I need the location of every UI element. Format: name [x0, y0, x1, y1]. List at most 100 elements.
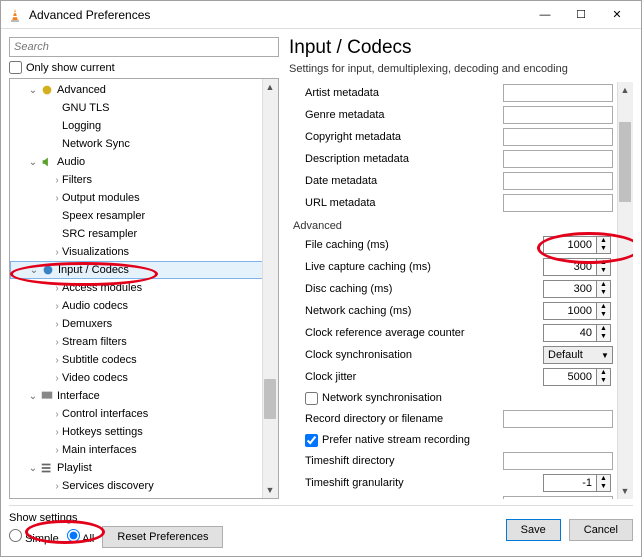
- scroll-thumb[interactable]: [264, 379, 276, 419]
- tree-item[interactable]: ·›Output modules: [10, 189, 278, 207]
- panel-subheading: Settings for input, demultiplexing, deco…: [289, 63, 633, 75]
- chevron-down-icon: ▼: [598, 351, 612, 360]
- tree-item[interactable]: ⌄ Audio: [10, 153, 278, 171]
- vlc-cone-icon: [7, 7, 23, 23]
- tree-item[interactable]: ⌄ Stream output: [10, 495, 278, 499]
- network-caching-label: Network caching (ms): [305, 305, 543, 317]
- description-metadata-input[interactable]: [503, 150, 613, 168]
- tree-item[interactable]: ·›Visualizations: [10, 243, 278, 261]
- tree-item[interactable]: ·›Video codecs: [10, 369, 278, 387]
- network-caching-spinner[interactable]: ▲▼: [543, 302, 613, 320]
- chevron-right-icon: ›: [52, 283, 62, 294]
- tree-item[interactable]: ·›Services discovery: [10, 477, 278, 495]
- panel-scrollbar[interactable]: ▲ ▼: [617, 82, 633, 499]
- tree-item-label: Interface: [57, 390, 100, 402]
- gear-icon: [40, 83, 54, 97]
- tree-item-label: Services discovery: [62, 480, 154, 492]
- tree-item[interactable]: ··SRC resampler: [10, 225, 278, 243]
- tree-item[interactable]: ·›Access modules: [10, 279, 278, 297]
- prefer-native-checkbox[interactable]: [305, 434, 318, 447]
- maximize-button[interactable]: ☐: [563, 4, 599, 26]
- tree-item[interactable]: ·›Audio codecs: [10, 297, 278, 315]
- date-metadata-input[interactable]: [503, 172, 613, 190]
- cancel-button[interactable]: Cancel: [569, 519, 633, 541]
- tree-item[interactable]: ⌄Input / Codecs: [10, 261, 278, 279]
- chevron-right-icon: ›: [52, 193, 62, 204]
- iface-icon: [40, 389, 54, 403]
- clock-sync-combo[interactable]: Default▼: [543, 346, 613, 364]
- playlist-icon: [40, 461, 54, 475]
- chevron-right-icon: ›: [52, 427, 62, 438]
- tree-item[interactable]: ·›Stream filters: [10, 333, 278, 351]
- scroll-up-icon[interactable]: ▲: [262, 79, 278, 95]
- chevron-right-icon: ›: [52, 175, 62, 186]
- genre-metadata-label: Genre metadata: [305, 109, 503, 121]
- scroll-thumb[interactable]: [619, 122, 631, 202]
- close-button[interactable]: ✕: [599, 4, 635, 26]
- tree-item-label: Stream output: [57, 498, 126, 499]
- timeshift-granularity-spinner[interactable]: ▲▼: [543, 474, 613, 492]
- chevron-right-icon: ›: [52, 373, 62, 384]
- timeshift-dir-input[interactable]: [503, 452, 613, 470]
- file-caching-spinner[interactable]: ▲▼: [543, 236, 613, 254]
- tree-item[interactable]: ·›Demuxers: [10, 315, 278, 333]
- tree-item-label: Advanced: [57, 84, 106, 96]
- show-settings-label: Show settings: [9, 512, 223, 524]
- chevron-right-icon: ›: [52, 445, 62, 456]
- clock-avg-spinner[interactable]: ▲▼: [543, 324, 613, 342]
- tree-item[interactable]: ·›Control interfaces: [10, 405, 278, 423]
- tree-item[interactable]: ·›Hotkeys settings: [10, 423, 278, 441]
- artist-metadata-input[interactable]: [503, 84, 613, 102]
- clock-jitter-spinner[interactable]: ▲▼: [543, 368, 613, 386]
- scroll-up-icon[interactable]: ▲: [617, 82, 633, 98]
- tree-item[interactable]: ⌄ Interface: [10, 387, 278, 405]
- live-caching-spinner[interactable]: ▲▼: [543, 258, 613, 276]
- search-input[interactable]: [9, 37, 279, 57]
- expand-icon[interactable]: ⌄: [27, 265, 41, 276]
- genre-metadata-input[interactable]: [503, 106, 613, 124]
- disc-caching-spinner[interactable]: ▲▼: [543, 280, 613, 298]
- scroll-down-icon[interactable]: ▼: [617, 483, 633, 499]
- tree-item-label: Logging: [62, 120, 101, 132]
- tree-item-label: Audio: [57, 156, 85, 168]
- tree-item[interactable]: ⌄ Advanced: [10, 81, 278, 99]
- tree-item[interactable]: ·›Filters: [10, 171, 278, 189]
- reset-preferences-button[interactable]: Reset Preferences: [102, 526, 223, 548]
- change-title-input[interactable]: [503, 496, 613, 499]
- clock-jitter-label: Clock jitter: [305, 371, 543, 383]
- only-show-current-label: Only show current: [26, 62, 115, 74]
- minimize-button[interactable]: —: [527, 4, 563, 26]
- radio-all[interactable]: All: [67, 529, 95, 545]
- scroll-down-icon[interactable]: ▼: [262, 482, 278, 498]
- tree-item[interactable]: ··Speex resampler: [10, 207, 278, 225]
- description-metadata-label: Description metadata: [305, 153, 503, 165]
- tree-item-label: Network Sync: [62, 138, 130, 150]
- save-button[interactable]: Save: [506, 519, 561, 541]
- preferences-tree[interactable]: ⌄ Advanced ··GNU TLS··Logging··Network Syn…: [9, 78, 279, 499]
- tree-item[interactable]: ··Logging: [10, 117, 278, 135]
- tree-item-label: Playlist: [57, 462, 92, 474]
- audio-icon: [40, 155, 54, 169]
- sout-icon: [40, 497, 54, 499]
- tree-item-label: Subtitle codecs: [62, 354, 137, 366]
- url-metadata-input[interactable]: [503, 194, 613, 212]
- expand-icon[interactable]: ⌄: [26, 85, 40, 96]
- tree-item[interactable]: ··GNU TLS: [10, 99, 278, 117]
- expand-icon[interactable]: ⌄: [26, 463, 40, 474]
- tree-item-label: Control interfaces: [62, 408, 148, 420]
- radio-simple[interactable]: Simple: [9, 529, 59, 545]
- expand-icon[interactable]: ⌄: [26, 499, 40, 500]
- expand-icon[interactable]: ⌄: [26, 157, 40, 168]
- only-show-current-checkbox[interactable]: [9, 61, 22, 74]
- tree-item-label: Video codecs: [62, 372, 128, 384]
- copyright-metadata-input[interactable]: [503, 128, 613, 146]
- tree-item[interactable]: ⌄ Playlist: [10, 459, 278, 477]
- clock-sync-label: Clock synchronisation: [305, 349, 543, 361]
- record-dir-input[interactable]: [503, 410, 613, 428]
- network-sync-checkbox[interactable]: [305, 392, 318, 405]
- tree-item[interactable]: ·›Main interfaces: [10, 441, 278, 459]
- expand-icon[interactable]: ⌄: [26, 391, 40, 402]
- tree-item[interactable]: ·›Subtitle codecs: [10, 351, 278, 369]
- tree-item[interactable]: ··Network Sync: [10, 135, 278, 153]
- tree-scrollbar[interactable]: ▲ ▼: [262, 79, 278, 498]
